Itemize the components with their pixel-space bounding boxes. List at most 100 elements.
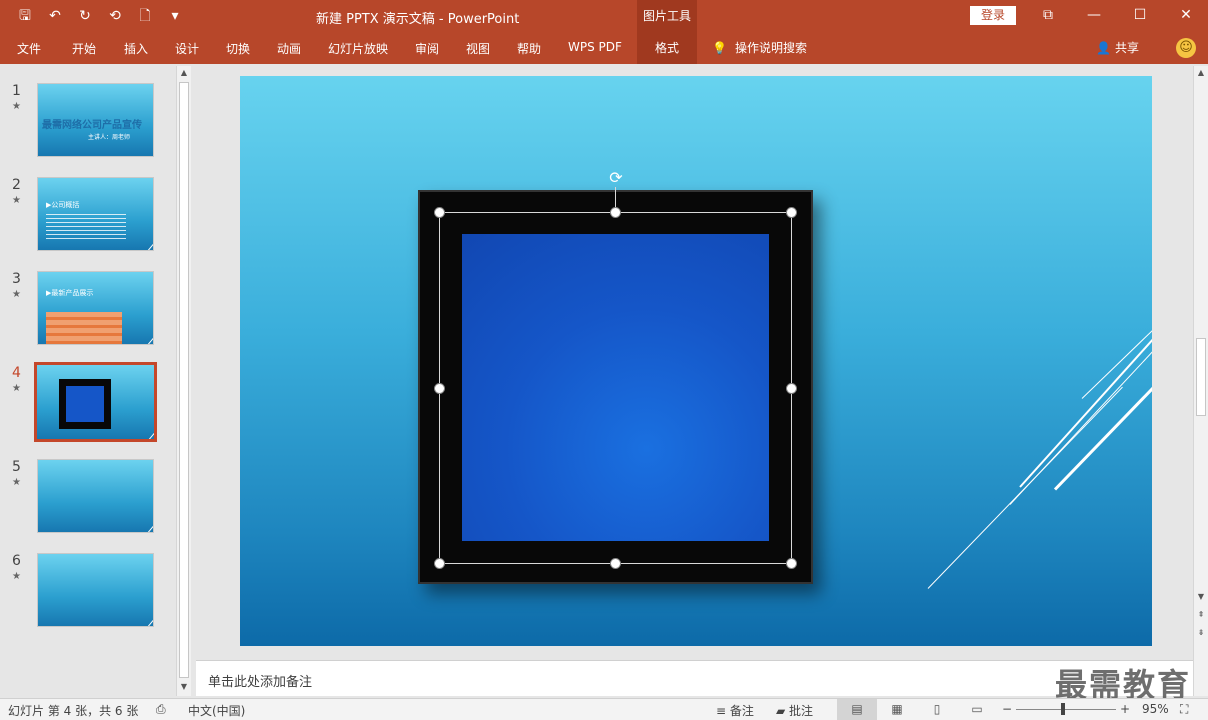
slideshow-view-button[interactable]: ▭ <box>957 699 997 720</box>
resize-handle-right[interactable] <box>786 383 797 394</box>
decor-line <box>132 613 153 626</box>
tab-review[interactable]: 审阅 <box>415 40 439 57</box>
tab-home[interactable]: 开始 <box>72 40 96 57</box>
decor-line <box>137 432 154 439</box>
slide-number: 2 <box>12 177 21 193</box>
thumbnail-title: ▶最新产品展示 <box>46 289 94 297</box>
next-slide-icon[interactable]: ⇟ <box>1194 626 1208 640</box>
accessibility-icon[interactable]: ⎙ <box>156 702 166 717</box>
language-indicator[interactable]: 中文(中国) <box>188 702 245 719</box>
slide-thumbnail[interactable]: ▶公司概括 <box>37 177 154 251</box>
thumbnails-scrollbar[interactable]: ▲ ▼ <box>176 66 191 696</box>
scroll-down-icon[interactable]: ▼ <box>1194 590 1208 604</box>
thumbnail-row-1[interactable]: 1 ★ 最需网络公司产品宣传 主讲人：周老师 <box>0 83 176 161</box>
zoom-in-icon[interactable]: + <box>1120 702 1130 716</box>
maximize-icon[interactable]: ☐ <box>1128 4 1152 26</box>
ribbon-display-icon[interactable]: ⧉ <box>1036 4 1060 26</box>
selection-box <box>439 212 792 564</box>
close-icon[interactable]: ✕ <box>1174 4 1198 26</box>
slide-thumbnail[interactable] <box>37 553 154 627</box>
resize-handle-bottom-right[interactable] <box>786 558 797 569</box>
thumbnail-picture <box>66 386 104 422</box>
status-bar: 幻灯片 第 4 张，共 6 张 ⎙ 中文(中国) ≡ 备注 ▰ 批注 ▤ ▦ ▯… <box>0 698 1208 720</box>
tell-me-label: 操作说明搜索 <box>734 41 807 55</box>
zoom-slider-knob[interactable] <box>1061 703 1065 715</box>
present-from-start-icon[interactable]: ⟲ <box>104 6 126 26</box>
notes-placeholder[interactable]: 单击此处添加备注 <box>208 671 312 690</box>
scroll-up-icon[interactable]: ▲ <box>1194 66 1208 80</box>
resize-handle-top-left[interactable] <box>434 207 445 218</box>
scroll-up-icon[interactable]: ▲ <box>177 66 191 80</box>
notes-toggle[interactable]: ≡ 备注 <box>716 702 754 719</box>
zoom-level[interactable]: 95% <box>1142 702 1169 716</box>
redo-icon[interactable]: ↻ <box>74 6 96 26</box>
resize-handle-top[interactable] <box>610 207 621 218</box>
thumbnail-title: ▶公司概括 <box>46 201 80 209</box>
tab-animations[interactable]: 动画 <box>277 40 301 57</box>
slide-number: 5 <box>12 459 21 475</box>
comments-toggle[interactable]: ▰ 批注 <box>776 702 813 719</box>
login-button[interactable]: 登录 <box>970 6 1016 25</box>
resize-handle-bottom-left[interactable] <box>434 558 445 569</box>
thumbnail-row-2[interactable]: 2 ★ ▶公司概括 <box>0 177 176 255</box>
comment-icon: ▰ <box>776 704 790 718</box>
thumbnail-body-lines <box>46 214 126 242</box>
thumbnail-row-5[interactable]: 5 ★ <box>0 459 176 537</box>
resize-handle-left[interactable] <box>434 383 445 394</box>
notes-label: 备注 <box>729 704 754 718</box>
tab-view[interactable]: 视图 <box>466 40 490 57</box>
tab-wps-pdf[interactable]: WPS PDF <box>568 40 622 54</box>
slide-number: 6 <box>12 553 21 569</box>
ribbon-tabs: 文件 开始 插入 设计 切换 动画 幻灯片放映 审阅 视图 帮助 WPS PDF… <box>0 32 1208 64</box>
tab-file[interactable]: 文件 <box>17 40 41 57</box>
person-icon: 👤 <box>1096 40 1111 55</box>
normal-view-button[interactable]: ▤ <box>837 699 877 720</box>
previous-slide-icon[interactable]: ⇞ <box>1194 608 1208 622</box>
notes-pane[interactable]: 单击此处添加备注 <box>196 660 1193 696</box>
resize-handle-bottom[interactable] <box>610 558 621 569</box>
decor-line <box>132 237 153 250</box>
share-button[interactable]: 👤 共享 <box>1096 39 1139 56</box>
animation-star-icon: ★ <box>12 383 21 394</box>
tab-design[interactable]: 设计 <box>175 40 199 57</box>
thumbnail-row-4[interactable]: 4 ★ <box>0 362 176 443</box>
minimize-icon[interactable]: — <box>1082 4 1106 26</box>
tab-help[interactable]: 帮助 <box>517 40 541 57</box>
tab-insert[interactable]: 插入 <box>124 40 148 57</box>
rotate-handle-icon[interactable]: ⟳ <box>606 168 626 188</box>
reading-view-button[interactable]: ▯ <box>917 699 957 720</box>
thumbnail-row-3[interactable]: 3 ★ ▶最新产品展示 <box>0 271 176 349</box>
scrollbar-thumb[interactable] <box>179 82 189 678</box>
share-label: 共享 <box>1114 41 1139 55</box>
thumbnail-title: 最需网络公司产品宣传 <box>42 120 142 131</box>
scrollbar-thumb[interactable] <box>1196 338 1206 416</box>
scroll-down-icon[interactable]: ▼ <box>177 680 191 694</box>
decor-line <box>1009 350 1152 505</box>
animation-star-icon: ★ <box>12 571 21 582</box>
slide-number: 1 <box>12 83 21 99</box>
tab-format[interactable]: 格式 <box>637 32 697 64</box>
resize-handle-top-right[interactable] <box>786 207 797 218</box>
feedback-smiley-icon[interactable]: ☺ <box>1176 38 1196 58</box>
animation-star-icon: ★ <box>12 195 21 206</box>
editor-scrollbar[interactable]: ▲ ▼ ⇞ ⇟ <box>1193 66 1208 696</box>
new-file-icon[interactable]: 🗋 <box>134 6 156 26</box>
undo-icon[interactable]: ↶ <box>44 6 66 26</box>
zoom-out-icon[interactable]: − <box>1002 702 1012 716</box>
title-bar: 🖫 ↶ ↻ ⟲ 🗋 ▾ 新建 PPTX 演示文稿 - PowerPoint 图片… <box>0 0 1208 32</box>
tab-slideshow[interactable]: 幻灯片放映 <box>328 40 388 57</box>
thumbnail-row-6[interactable]: 6 ★ <box>0 553 176 631</box>
customize-icon[interactable]: ▾ <box>164 6 186 26</box>
fit-to-window-icon[interactable]: ⛶ <box>1180 702 1188 717</box>
slide-sorter-button[interactable]: ▦ <box>877 699 917 720</box>
tell-me-search[interactable]: 💡 操作说明搜索 <box>712 39 807 56</box>
tab-transitions[interactable]: 切换 <box>226 40 250 57</box>
slide-thumbnail-active[interactable] <box>34 362 157 442</box>
slide-thumbnails-pane: 1 ★ 最需网络公司产品宣传 主讲人：周老师 2 ★ ▶公司概括 3 ★ ▶最新… <box>0 64 194 698</box>
save-icon[interactable]: 🖫 <box>14 6 36 26</box>
slide-thumbnail[interactable] <box>37 459 154 533</box>
slide-thumbnail[interactable]: ▶最新产品展示 <box>37 271 154 345</box>
slide-thumbnail[interactable]: 最需网络公司产品宣传 主讲人：周老师 <box>37 83 154 157</box>
animation-star-icon: ★ <box>12 477 21 488</box>
zoom-slider[interactable] <box>1016 709 1116 710</box>
